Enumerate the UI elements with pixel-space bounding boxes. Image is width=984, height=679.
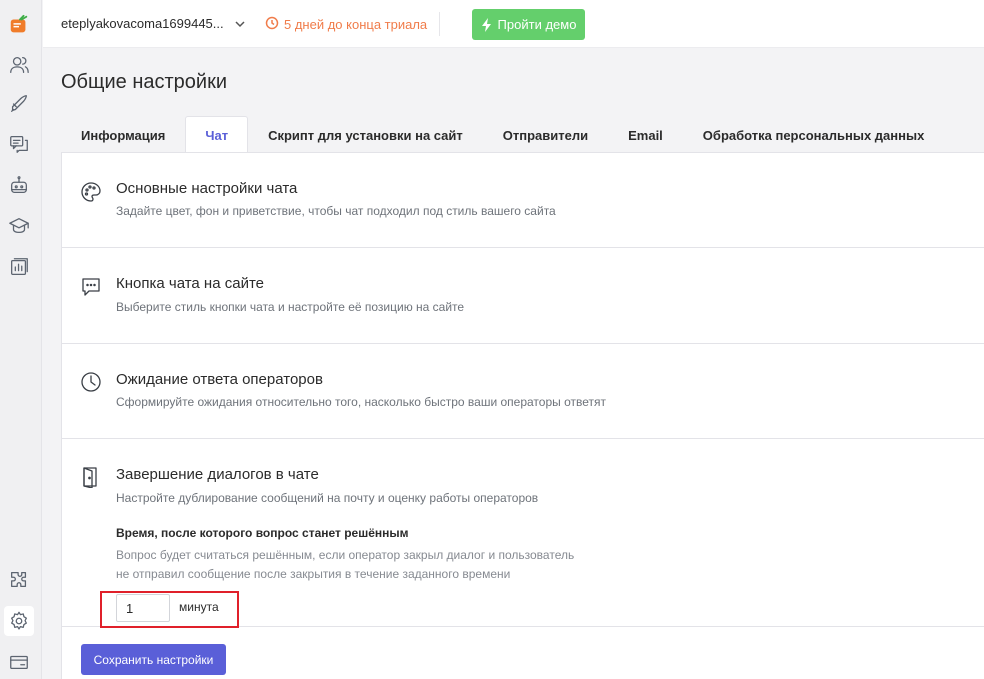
clock-icon [265, 16, 279, 33]
tab-install-script[interactable]: Скрипт для установки на сайт [248, 116, 483, 153]
section-title: Завершение диалогов в чате [116, 466, 319, 483]
section-main-chat-settings[interactable]: Основные настройки чата Задайте цвет, фо… [62, 153, 984, 248]
clock-icon [80, 371, 102, 393]
logo-icon[interactable] [4, 10, 34, 40]
resolve-time-label: Время, после которого вопрос станет решё… [116, 526, 409, 540]
settings-tabs: Информация Чат Скрипт для установки на с… [61, 116, 944, 153]
trial-notice[interactable]: 5 дней до конца триала [265, 16, 427, 33]
tab-senders[interactable]: Отправители [483, 116, 608, 153]
lightning-icon [481, 17, 491, 32]
help-line-2: не отправил сообщение после закрытия в т… [116, 567, 511, 581]
resolve-time-input[interactable]: 1 [116, 594, 170, 622]
account-name: eteplyakovacoma1699445... [61, 16, 224, 31]
help-line-1: Вопрос будет считаться решённым, если оп… [116, 548, 575, 562]
settings-gear-icon[interactable] [4, 606, 34, 636]
chevron-down-icon [234, 18, 246, 30]
demo-button[interactable]: Пройти демо [472, 9, 585, 40]
palette-icon [80, 181, 102, 203]
section-description: Выберите стиль кнопки чата и настройте е… [116, 300, 465, 314]
chat-bubble-icon [80, 276, 102, 298]
tab-email[interactable]: Email [608, 116, 683, 153]
resolve-time-unit: минута [179, 600, 219, 614]
resolve-time-help: Вопрос будет считаться решённым, если оп… [116, 546, 616, 584]
demo-button-label: Пройти демо [497, 17, 577, 32]
puzzle-icon[interactable] [4, 565, 34, 595]
page-title: Общие настройки [61, 71, 227, 93]
sidebar [0, 0, 42, 679]
save-settings-button[interactable]: Сохранить настройки [81, 644, 226, 675]
chats-icon[interactable] [4, 129, 34, 159]
graduation-cap-icon[interactable] [4, 211, 34, 241]
account-switcher[interactable]: eteplyakovacoma1699445... [61, 16, 246, 31]
bot-icon[interactable] [4, 170, 34, 200]
tab-info[interactable]: Информация [61, 116, 185, 153]
users-icon[interactable] [4, 50, 34, 80]
billing-card-icon[interactable] [4, 647, 34, 677]
topbar: eteplyakovacoma1699445... 5 дней до конц… [43, 0, 984, 48]
section-description: Сформируйте ожидания относительно того, … [116, 395, 606, 409]
section-title: Кнопка чата на сайте [116, 275, 264, 292]
tab-personal-data[interactable]: Обработка персональных данных [683, 116, 945, 153]
trial-text: 5 дней до конца триала [284, 17, 428, 32]
section-chat-button[interactable]: Кнопка чата на сайте Выберите стиль кноп… [62, 248, 984, 344]
section-title: Ожидание ответа операторов [116, 371, 323, 388]
door-icon [80, 466, 102, 489]
section-title: Основные настройки чата [116, 180, 298, 197]
section-description: Настройте дублирование сообщений на почт… [116, 491, 539, 505]
tab-chat[interactable]: Чат [185, 116, 249, 153]
section-operator-wait[interactable]: Ожидание ответа операторов Сформируйте о… [62, 344, 984, 439]
section-description: Задайте цвет, фон и приветствие, чтобы ч… [116, 204, 556, 218]
divider [439, 12, 440, 36]
rocket-icon[interactable] [4, 89, 34, 119]
reports-icon[interactable] [4, 252, 34, 282]
chat-settings-panel: Основные настройки чата Задайте цвет, фо… [61, 152, 984, 679]
